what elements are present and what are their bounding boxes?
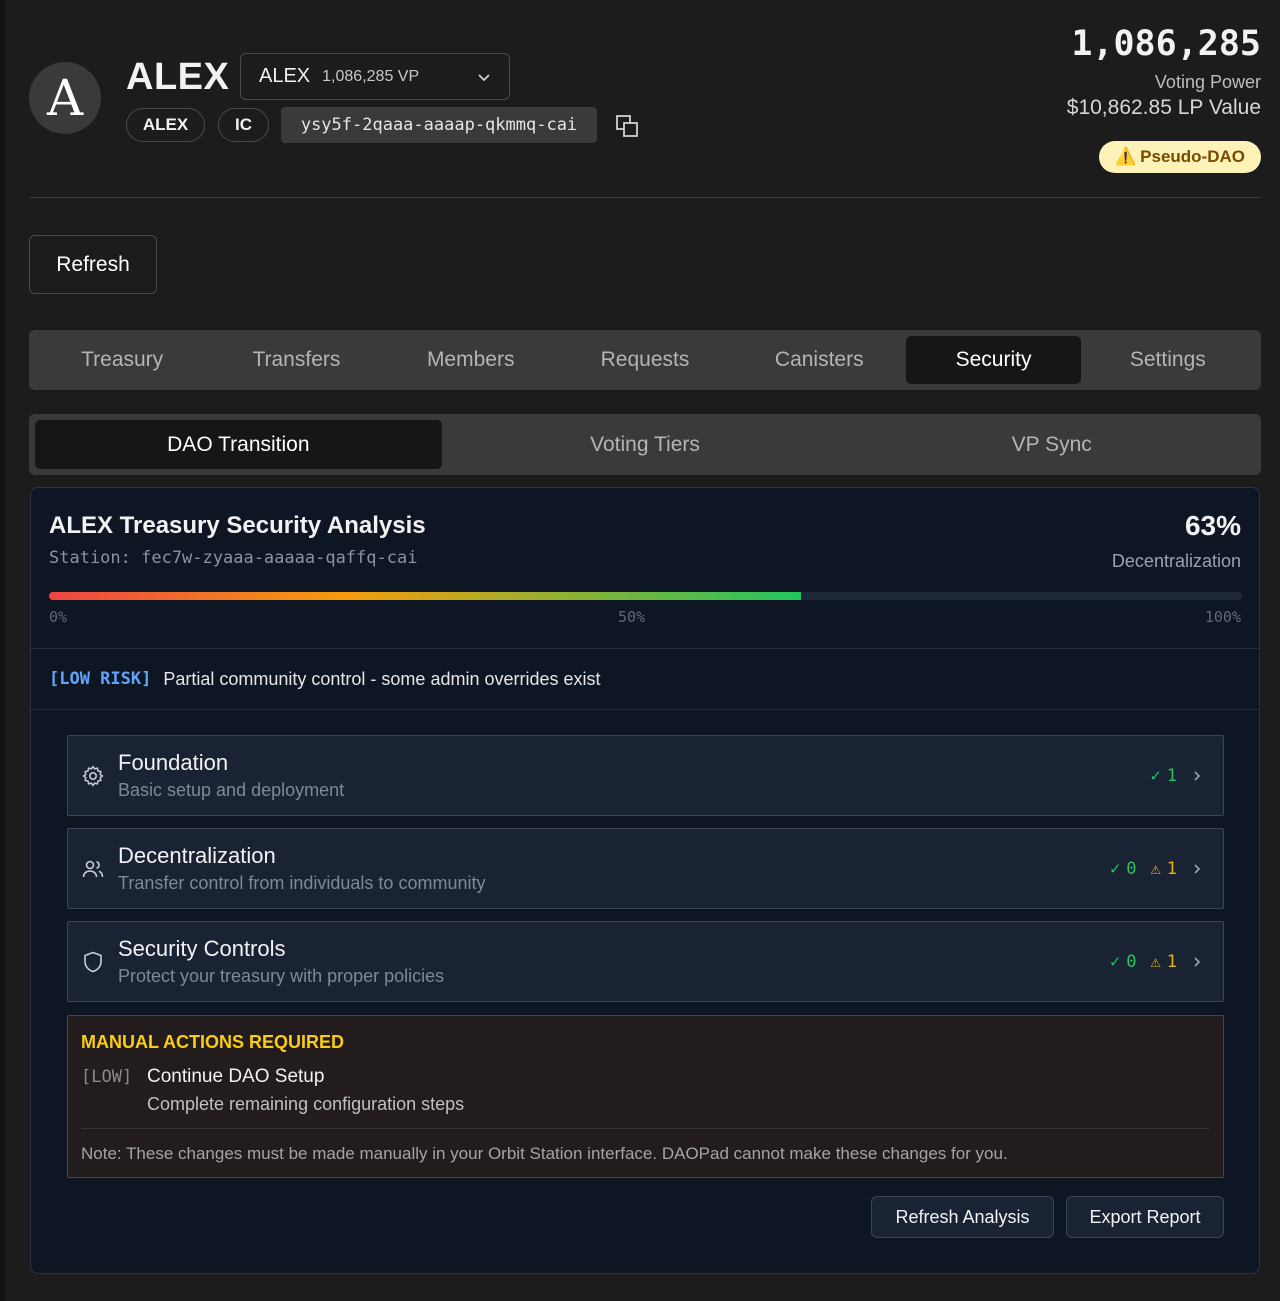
section-name: Foundation bbox=[118, 750, 229, 775]
section-decentralization[interactable]: Decentralization Transfer control from i… bbox=[67, 828, 1224, 909]
manual-actions-note: Note: These changes must be made manuall… bbox=[81, 1144, 1008, 1163]
pseudo-dao-badge: ⚠️ Pseudo-DAO bbox=[1098, 141, 1261, 173]
progress-label-mid: 50% bbox=[618, 608, 646, 626]
section-name: Decentralization bbox=[118, 843, 276, 868]
copy-icon[interactable] bbox=[615, 114, 639, 138]
ok-count: 0 bbox=[1126, 858, 1137, 879]
canister-id: ysy5f-2qaaa-aaaap-qkmmq-cai bbox=[281, 107, 597, 143]
refresh-button[interactable]: Refresh bbox=[29, 235, 157, 294]
tab-treasury[interactable]: Treasury bbox=[35, 336, 209, 384]
manual-action-desc: Complete remaining configuration steps bbox=[147, 1094, 465, 1114]
section-foundation[interactable]: Foundation Basic setup and deployment ✓ … bbox=[67, 735, 1224, 816]
decentralization-percent: 63% bbox=[1184, 510, 1241, 541]
check-icon: ✓ bbox=[1150, 765, 1161, 786]
subtab-vp-sync[interactable]: VP Sync bbox=[848, 420, 1255, 469]
network-tag: IC bbox=[218, 108, 269, 142]
progress-label-min: 0% bbox=[49, 608, 68, 626]
section-status: ✓ 1 bbox=[1151, 766, 1204, 786]
decentralization-progress bbox=[49, 592, 1242, 600]
check-icon: ✓ bbox=[1110, 858, 1121, 879]
pseudo-dao-badge-label: Pseudo-DAO bbox=[1140, 147, 1245, 166]
section-desc: Transfer control from individuals to com… bbox=[118, 873, 486, 893]
progress-label-max: 100% bbox=[1204, 608, 1241, 626]
divider bbox=[81, 1128, 1210, 1129]
voting-power-value: 1,086,285 bbox=[1071, 24, 1261, 64]
chevron-right-icon bbox=[1194, 863, 1201, 874]
tab-canisters[interactable]: Canisters bbox=[732, 336, 906, 384]
ok-count: 1 bbox=[1166, 765, 1177, 786]
tab-security[interactable]: Security bbox=[906, 336, 1081, 384]
section-status: ✓ 0 ⚠ 1 bbox=[1110, 859, 1203, 879]
shield-icon bbox=[84, 951, 102, 972]
token-symbol: ALEX bbox=[259, 65, 311, 87]
subtab-voting-tiers[interactable]: Voting Tiers bbox=[442, 420, 849, 469]
warn-count: 1 bbox=[1166, 858, 1177, 879]
risk-text: Partial community control - some admin o… bbox=[163, 668, 601, 689]
decentralization-label: Decentralization bbox=[1111, 551, 1241, 571]
check-icon: ✓ bbox=[1110, 951, 1121, 972]
export-report-button[interactable]: Export Report bbox=[1066, 1196, 1224, 1238]
refresh-analysis-button[interactable]: Refresh Analysis bbox=[871, 1196, 1054, 1238]
dao-avatar: A bbox=[29, 62, 101, 134]
token-tag: ALEX bbox=[126, 108, 205, 142]
section-status: ✓ 0 ⚠ 1 bbox=[1110, 952, 1203, 972]
chevron-right-icon bbox=[1194, 770, 1201, 781]
warning-icon: ⚠ bbox=[1150, 858, 1161, 879]
voting-power-label: Voting Power bbox=[1154, 72, 1261, 92]
tab-members[interactable]: Members bbox=[384, 336, 558, 384]
token-vp: 1,086,285 VP bbox=[322, 67, 420, 85]
main-tabs: Treasury Transfers Members Requests Cani… bbox=[29, 330, 1261, 390]
risk-tag: [LOW RISK] bbox=[49, 669, 152, 689]
section-security-controls[interactable]: Security Controls Protect your treasury … bbox=[67, 921, 1224, 1002]
chevron-right-icon bbox=[1194, 956, 1201, 967]
security-subtabs: DAO Transition Voting Tiers VP Sync bbox=[29, 414, 1261, 475]
decentralization-progress-fill bbox=[49, 592, 801, 600]
station-id: Station: fec7w-zyaaa-aaaaa-qaffq-cai bbox=[49, 548, 418, 568]
section-desc: Protect your treasury with proper polici… bbox=[118, 966, 445, 986]
security-analysis-card: ALEX Treasury Security Analysis Station:… bbox=[30, 487, 1260, 1274]
warn-count: 1 bbox=[1166, 951, 1177, 972]
tab-transfers[interactable]: Transfers bbox=[209, 336, 383, 384]
risk-summary: [LOW RISK] Partial community control - s… bbox=[31, 648, 1259, 710]
manual-action-title: Continue DAO Setup bbox=[147, 1066, 325, 1087]
warning-icon: ⚠️ bbox=[1114, 147, 1137, 166]
manual-actions-title: MANUAL ACTIONS REQUIRED bbox=[81, 1032, 345, 1052]
users-icon bbox=[82, 860, 104, 877]
tab-settings[interactable]: Settings bbox=[1081, 336, 1255, 384]
ok-count: 0 bbox=[1126, 951, 1137, 972]
manual-action-severity: [LOW] bbox=[81, 1067, 133, 1087]
tab-requests[interactable]: Requests bbox=[558, 336, 732, 384]
dao-header: A ALEX ALEX 1,086,285 VP ALEX IC ysy5f-2… bbox=[29, 0, 1261, 198]
gear-icon bbox=[82, 765, 104, 786]
manual-actions-panel: MANUAL ACTIONS REQUIRED [LOW] Continue D… bbox=[67, 1015, 1224, 1178]
left-edge-strip bbox=[0, 0, 5, 1301]
warning-icon: ⚠ bbox=[1150, 951, 1161, 972]
section-name: Security Controls bbox=[118, 936, 286, 961]
token-selector[interactable]: ALEX 1,086,285 VP bbox=[240, 53, 510, 100]
analysis-title: ALEX Treasury Security Analysis bbox=[49, 512, 426, 539]
lp-value: $10,862.85 LP Value bbox=[1066, 96, 1261, 119]
section-desc: Basic setup and deployment bbox=[118, 780, 345, 800]
dao-title: ALEX bbox=[126, 56, 230, 98]
chevron-down-icon bbox=[478, 73, 490, 81]
subtab-dao-transition[interactable]: DAO Transition bbox=[35, 420, 442, 469]
